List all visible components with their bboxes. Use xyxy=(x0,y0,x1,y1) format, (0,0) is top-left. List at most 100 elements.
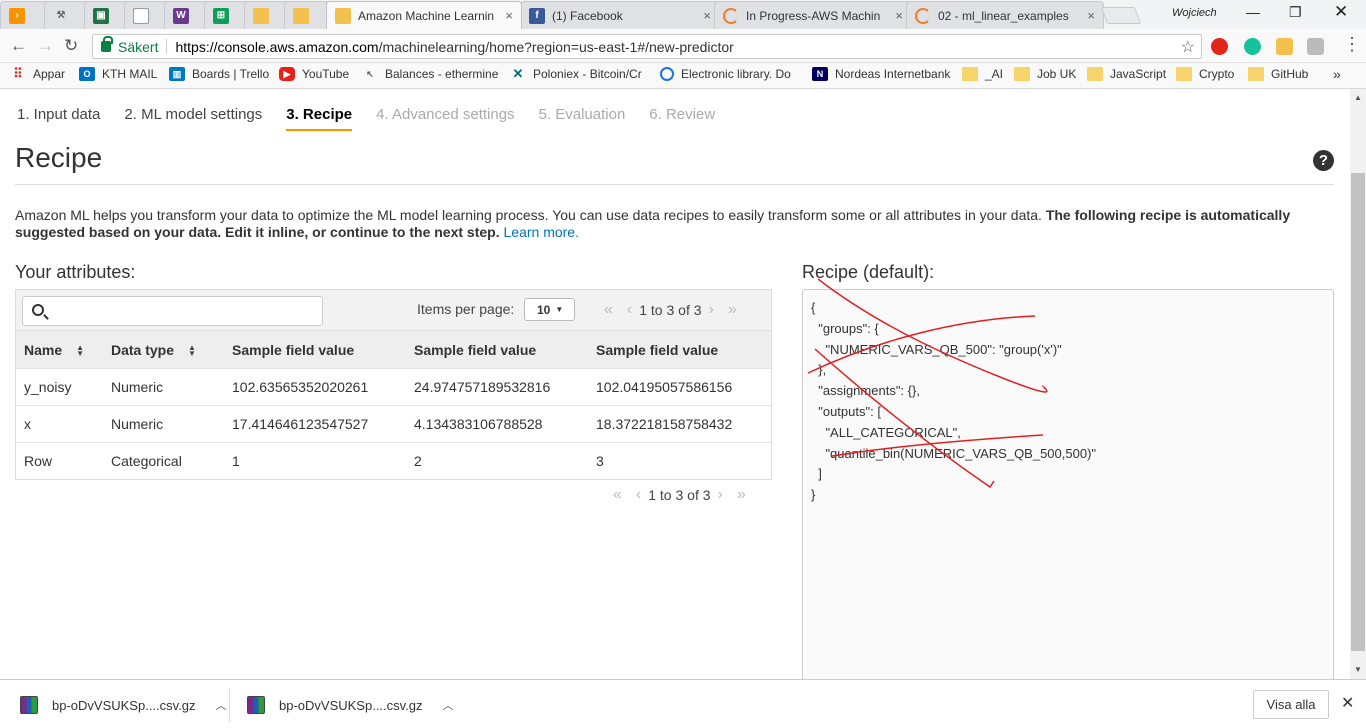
menu-kebab-icon[interactable]: ⋮ xyxy=(1343,34,1361,55)
cell-sample: 2 xyxy=(406,442,588,480)
first-page-icon[interactable]: « xyxy=(604,301,613,319)
search-input[interactable] xyxy=(22,296,323,326)
pagination-bottom: « ‹ 1 to 3 of 3 › » xyxy=(606,486,753,504)
bookmark-javascript[interactable]: JavaScript xyxy=(1087,67,1166,81)
tab-ml-linear[interactable]: 02 - ml_linear_examples × xyxy=(906,1,1104,29)
items-per-page-label: Items per page: xyxy=(417,301,515,317)
new-tab-button[interactable] xyxy=(1100,7,1142,24)
archive-file-icon xyxy=(247,696,265,714)
grammarly-icon[interactable] xyxy=(1244,38,1261,55)
close-icon[interactable]: × xyxy=(1087,8,1095,23)
sort-icon[interactable]: ▲ ▼ xyxy=(188,343,196,357)
aws-icon: › xyxy=(9,7,25,24)
next-page-icon[interactable]: › xyxy=(718,486,723,504)
tab-aws-progress[interactable]: In Progress-AWS Machin × xyxy=(714,1,912,29)
window-close-icon[interactable]: ✕ xyxy=(1334,2,1348,22)
bookmark-crypto[interactable]: Crypto xyxy=(1176,67,1234,81)
mail-extension-icon[interactable] xyxy=(1307,38,1324,55)
table-row: Row Categorical 1 2 3 xyxy=(16,442,771,480)
minimize-icon[interactable]: — xyxy=(1246,4,1260,20)
step-evaluation: 5. Evaluation xyxy=(538,106,626,123)
cell-name: Row xyxy=(16,442,103,480)
chevron-up-icon[interactable]: ︿ xyxy=(216,697,227,713)
download-shelf: bp-oDvVSUKSp....csv.gz ︿ bp-oDvVSUKSp...… xyxy=(0,679,1366,728)
last-page-icon[interactable]: » xyxy=(728,301,737,319)
tab-title: In Progress-AWS Machin xyxy=(746,8,881,23)
back-arrow-icon[interactable]: ← xyxy=(10,36,27,56)
column-header-name[interactable]: Name ▲ ▼ xyxy=(16,330,103,369)
step-recipe[interactable]: 3. Recipe xyxy=(286,106,353,131)
next-page-icon[interactable]: › xyxy=(709,301,714,319)
step-ml-model-settings[interactable]: 2. ML model settings xyxy=(124,106,262,131)
prev-page-icon[interactable]: ‹ xyxy=(636,486,641,504)
folder-icon xyxy=(1087,67,1103,81)
forward-arrow-icon[interactable]: → xyxy=(37,36,54,56)
close-icon[interactable]: × xyxy=(895,8,903,23)
bookmark-trello[interactable]: ▥ Boards | Trello xyxy=(169,67,269,81)
last-page-icon[interactable]: » xyxy=(737,486,746,504)
bookmark-appar[interactable]: ⠿ Appar xyxy=(10,66,65,81)
archive-file-icon xyxy=(20,696,38,714)
address-bar[interactable]: Säkert https://console.aws.amazon.com/ma… xyxy=(92,34,1202,59)
vertical-scrollbar[interactable]: ▲ ▼ xyxy=(1350,89,1366,679)
browser-toolbar: ← → ↻ Säkert https://console.aws.amazon.… xyxy=(0,29,1366,63)
reload-icon[interactable]: ↻ xyxy=(64,36,78,56)
bookmark-elibrary[interactable]: Electronic library. Do xyxy=(660,67,791,81)
close-icon[interactable]: × xyxy=(703,8,711,23)
chevron-up-icon[interactable]: ︿ xyxy=(443,697,454,713)
page-content: 1. Input data 2. ML model settings 3. Re… xyxy=(0,89,1350,679)
column-header-sample-3: Sample field value xyxy=(588,330,771,369)
show-all-downloads-button[interactable]: Visa alla xyxy=(1253,690,1329,719)
tab-box-2[interactable] xyxy=(284,1,330,29)
download-item[interactable]: bp-oDvVSUKSp....csv.gz ︿ xyxy=(247,688,454,722)
w-icon: W xyxy=(173,7,189,24)
help-icon[interactable]: ? xyxy=(1313,150,1334,171)
table-row: y_noisy Numeric 102.63565352020261 24.97… xyxy=(16,368,771,406)
bookmark-ethermine[interactable]: ↖ Balances - ethermine xyxy=(362,67,498,81)
opera-icon[interactable] xyxy=(1211,38,1228,55)
search-icon xyxy=(32,304,44,316)
bookmark-kth-mail[interactable]: O KTH MAIL xyxy=(79,67,157,81)
url-text[interactable]: https://console.aws.amazon.com/machinele… xyxy=(175,39,733,55)
caret-down-icon: ▼ xyxy=(555,305,564,314)
prev-page-icon[interactable]: ‹ xyxy=(627,301,632,319)
sort-icon[interactable]: ▲ ▼ xyxy=(76,343,84,357)
tab-facebook[interactable]: f (1) Facebook × xyxy=(520,1,720,29)
tab-aws[interactable]: › xyxy=(0,1,50,29)
bookmark-nordea[interactable]: N Nordeas Internetbank xyxy=(812,67,950,81)
bookmark-ai[interactable]: _AI xyxy=(962,67,1003,81)
bookmark-job-uk[interactable]: Job UK xyxy=(1014,67,1076,81)
items-per-page-select[interactable]: 10 ▼ xyxy=(524,298,575,321)
step-advanced-settings: 4. Advanced settings xyxy=(376,106,515,123)
profile-name[interactable]: Wojciech xyxy=(1172,7,1217,19)
bookmarks-overflow-button[interactable]: » xyxy=(1333,66,1341,82)
scroll-up-icon[interactable]: ▲ xyxy=(1354,93,1362,102)
recipe-editor[interactable]: { "groups": { "NUMERIC_VARS_QB_500": "gr… xyxy=(802,289,1334,679)
trello-icon: ▥ xyxy=(169,67,185,81)
step-input-data[interactable]: 1. Input data xyxy=(17,106,100,131)
maximize-icon[interactable]: ❐ xyxy=(1289,4,1302,21)
bookmark-github[interactable]: GitHub xyxy=(1248,67,1308,81)
first-page-icon[interactable]: « xyxy=(613,486,622,504)
tab-amazon-ml[interactable]: Amazon Machine Learnin × xyxy=(326,1,522,29)
attributes-table: Name ▲ ▼ Data type ▲ ▼ Sample field value Sa… xyxy=(16,330,771,480)
column-header-sample-1: Sample field value xyxy=(224,330,406,369)
extension-icon[interactable] xyxy=(1276,38,1293,55)
bookmarks-bar: ⠿ Appar O KTH MAIL ▥ Boards | Trello ▶ Y… xyxy=(0,63,1366,89)
scrollbar-thumb[interactable] xyxy=(1351,173,1365,651)
cell-sample: 18.372218158758432 xyxy=(588,405,771,443)
tool-icon: ⚒ xyxy=(56,10,66,21)
bookmark-star-icon[interactable]: ☆ xyxy=(1181,37,1195,57)
pagination-top: « ‹ 1 to 3 of 3 › » xyxy=(597,301,744,319)
facebook-icon: f xyxy=(529,7,545,24)
download-item[interactable]: bp-oDvVSUKSp....csv.gz ︿ xyxy=(20,688,227,722)
column-header-data-type[interactable]: Data type ▲ ▼ xyxy=(103,330,224,369)
page-range: 1 to 3 of 3 xyxy=(639,302,702,318)
bookmark-poloniex[interactable]: ✕ Poloniex - Bitcoin/Cr xyxy=(510,66,642,81)
scroll-down-icon[interactable]: ▼ xyxy=(1354,665,1362,674)
learn-more-link[interactable]: Learn more. xyxy=(504,224,579,240)
bookmark-youtube[interactable]: ▶ YouTube xyxy=(279,67,349,81)
close-icon[interactable]: ✕ xyxy=(1341,693,1354,713)
close-icon[interactable]: × xyxy=(505,8,513,23)
column-header-sample-2: Sample field value xyxy=(406,330,588,369)
